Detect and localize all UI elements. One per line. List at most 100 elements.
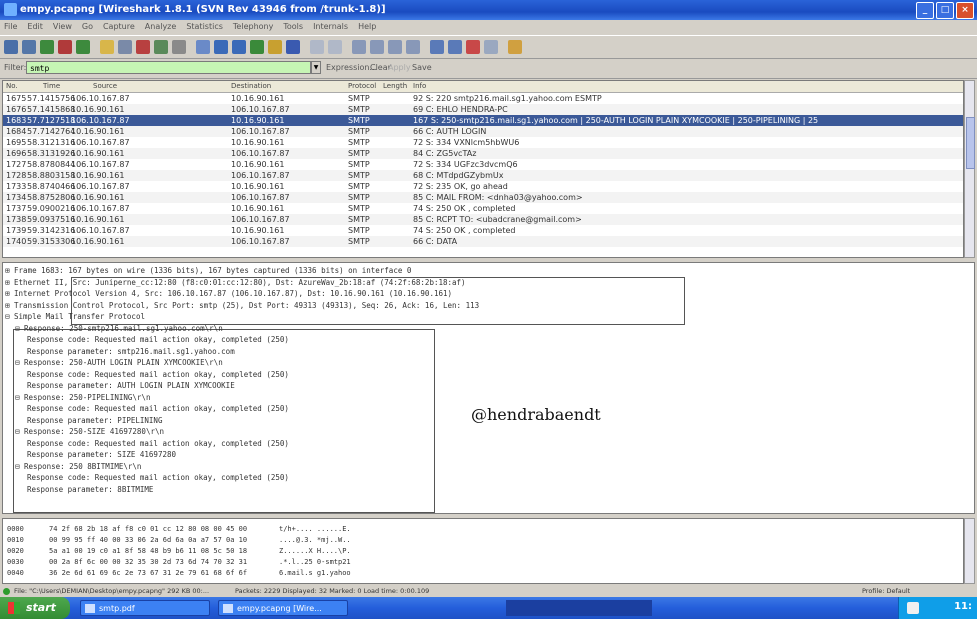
detail-tree-item[interactable]: ⊟ Response: 250-smtp216.mail.sg1.yahoo.c… <box>15 324 223 333</box>
capture-filters-icon[interactable] <box>430 40 444 54</box>
go-back-icon[interactable] <box>214 40 228 54</box>
zoom-out-icon[interactable] <box>370 40 384 54</box>
detail-tree-item[interactable]: ⊟ Response: 250-SIZE 41697280\r\n <box>15 427 164 436</box>
stop-capture-icon[interactable] <box>58 40 72 54</box>
menu-view[interactable]: View <box>53 20 72 34</box>
packet-list-pane[interactable]: No. Time Source Destination Protocol Len… <box>2 80 964 258</box>
filter-history-dropdown[interactable]: ▼ <box>311 61 321 74</box>
packet-row[interactable]: 1695 58.3121316 106.10.167.87 10.16.90.161 S… <box>3 137 963 148</box>
find-packet-icon[interactable] <box>196 40 210 54</box>
save-button[interactable]: Save <box>412 63 432 72</box>
hex-bytes[interactable]: 36 2e 6d 61 69 6c 2e 73 67 31 2e 79 61 6… <box>49 569 247 578</box>
display-filters-icon[interactable] <box>448 40 462 54</box>
menu-internals[interactable]: Internals <box>313 20 348 34</box>
go-last-packet-icon[interactable] <box>286 40 300 54</box>
packet-details-pane[interactable]: ⊞ Frame 1683: 167 bytes on wire (1336 bi… <box>2 262 975 514</box>
packet-row[interactable]: 1683 57.7127518 106.10.167.87 10.16.90.161 S… <box>3 115 963 126</box>
zoom-in-icon[interactable] <box>352 40 366 54</box>
hex-ascii[interactable]: 6.mail.s g1.yahoo <box>279 569 351 578</box>
detail-tree-item[interactable]: ⊟ Response: 250-AUTH LOGIN PLAIN XYMCOOK… <box>15 358 223 367</box>
hex-ascii[interactable]: t/h+.... ......E. <box>279 525 351 534</box>
packet-row[interactable]: 1739 59.3142316 106.10.167.87 10.16.90.161 S… <box>3 225 963 236</box>
start-capture-icon[interactable] <box>40 40 54 54</box>
detail-tree-item[interactable]: Response parameter: smtp216.mail.sg1.yah… <box>27 347 235 356</box>
task-wireshark[interactable]: empy.pcapng [Wire... <box>218 600 348 616</box>
expert-info-icon[interactable] <box>3 588 10 595</box>
detail-tree-item[interactable]: Response parameter: SIZE 41697280 <box>27 450 176 459</box>
detail-tree-item[interactable]: ⊞ Internet Protocol Version 4, Src: 106.… <box>5 289 452 298</box>
menu-capture[interactable]: Capture <box>103 20 135 34</box>
task-smtp-pdf[interactable]: smtp.pdf <box>80 600 210 616</box>
minimize-button[interactable]: _ <box>916 2 934 19</box>
packet-list-scrollbar[interactable] <box>964 80 975 258</box>
column-header-no[interactable]: No. <box>6 82 18 90</box>
hex-ascii[interactable]: Z......X H....\P. <box>279 547 351 556</box>
packet-row[interactable]: 1740 59.3153306 10.16.90.161 106.10.167.87 S… <box>3 236 963 247</box>
coloring-rules-icon[interactable] <box>466 40 480 54</box>
packet-row[interactable]: 1734 58.8752806 10.16.90.161 106.10.167.87 S… <box>3 192 963 203</box>
packet-row[interactable]: 1675 57.1415756 106.10.167.87 10.16.90.161 S… <box>3 93 963 104</box>
column-header-time[interactable]: Time <box>43 82 60 90</box>
bytes-pane-scrollbar[interactable] <box>964 518 975 584</box>
apply-button[interactable]: Apply <box>388 63 411 72</box>
open-file-icon[interactable] <box>100 40 114 54</box>
menu-analyze[interactable]: Analyze <box>145 20 177 34</box>
packet-row[interactable]: 1728 58.8803158 10.16.90.161 106.10.167.87 S… <box>3 170 963 181</box>
column-header-protocol[interactable]: Protocol <box>348 82 376 90</box>
display-filter-input[interactable]: smtp <box>26 61 311 74</box>
detail-tree-item[interactable]: Response code: Requested mail action oka… <box>27 473 289 482</box>
detail-tree-item[interactable]: Response code: Requested mail action oka… <box>27 439 289 448</box>
resize-columns-icon[interactable] <box>406 40 420 54</box>
close-file-icon[interactable] <box>136 40 150 54</box>
detail-tree-item[interactable]: Response parameter: 8BITMIME <box>27 485 153 494</box>
close-button[interactable]: × <box>956 2 974 19</box>
hex-ascii[interactable]: .*.l..25 0-smtp21 <box>279 558 351 567</box>
language-bar[interactable] <box>506 600 652 616</box>
maximize-button[interactable]: □ <box>936 2 954 19</box>
column-header-source[interactable]: Source <box>93 82 117 90</box>
detail-tree-item[interactable]: Response code: Requested mail action oka… <box>27 335 289 344</box>
detail-tree-item[interactable]: ⊞ Ethernet II, Src: Juniperne_cc:12:80 (… <box>5 278 466 287</box>
packet-row[interactable]: 1696 58.3131926 10.16.90.161 106.10.167.87 S… <box>3 148 963 159</box>
menu-file[interactable]: File <box>4 20 17 34</box>
detail-tree-item[interactable]: Response parameter: PIPELINING <box>27 416 162 425</box>
interfaces-icon[interactable] <box>4 40 18 54</box>
menu-tools[interactable]: Tools <box>283 20 303 34</box>
detail-tree-item[interactable]: Response code: Requested mail action oka… <box>27 370 289 379</box>
column-header-length[interactable]: Length <box>383 82 407 90</box>
menu-edit[interactable]: Edit <box>27 20 43 34</box>
menu-statistics[interactable]: Statistics <box>186 20 223 34</box>
column-header-info[interactable]: Info <box>413 82 426 90</box>
go-forward-icon[interactable] <box>232 40 246 54</box>
detail-tree-item[interactable]: Response parameter: AUTH LOGIN PLAIN XYM… <box>27 381 235 390</box>
start-button[interactable]: start <box>0 597 70 619</box>
scrollbar-thumb[interactable] <box>966 117 975 169</box>
save-file-icon[interactable] <box>118 40 132 54</box>
print-icon[interactable] <box>172 40 186 54</box>
detail-tree-item[interactable]: ⊞ Frame 1683: 167 bytes on wire (1336 bi… <box>5 266 411 275</box>
detail-tree-item[interactable]: ⊟ Response: 250 8BITMIME\r\n <box>15 462 141 471</box>
detail-tree-item[interactable]: ⊞ Transmission Control Protocol, Src Por… <box>5 301 479 310</box>
packet-row[interactable]: 1737 59.0900216 106.10.167.87 10.16.90.161 S… <box>3 203 963 214</box>
hex-bytes[interactable]: 5a a1 00 19 c0 a1 8f 58 48 b9 b6 11 08 5… <box>49 547 247 556</box>
packet-row[interactable]: 1738 59.0937516 10.16.90.161 106.10.167.87 S… <box>3 214 963 225</box>
menu-telephony[interactable]: Telephony <box>233 20 273 34</box>
go-first-packet-icon[interactable] <box>268 40 282 54</box>
help-icon[interactable] <box>508 40 522 54</box>
detail-tree-item[interactable]: Response code: Requested mail action oka… <box>27 404 289 413</box>
hex-bytes[interactable]: 00 2a 8f 6c 00 00 32 35 30 2d 73 6d 74 7… <box>49 558 247 567</box>
packet-row[interactable]: 1727 58.8780844 106.10.167.87 10.16.90.161 S… <box>3 159 963 170</box>
packet-bytes-pane[interactable]: 0000 74 2f 68 2b 18 af f8 c0 01 cc 12 80 … <box>2 518 964 584</box>
packet-row[interactable]: 1733 58.8740466 106.10.167.87 10.16.90.161 S… <box>3 181 963 192</box>
preferences-icon[interactable] <box>484 40 498 54</box>
normal-size-icon[interactable] <box>388 40 402 54</box>
menu-help[interactable]: Help <box>358 20 376 34</box>
hex-ascii[interactable]: ....@.3. *mj..W.. <box>279 536 351 545</box>
go-to-packet-icon[interactable] <box>250 40 264 54</box>
hex-bytes[interactable]: 00 99 95 ff 40 00 33 06 2a 6d 6a 0a a7 5… <box>49 536 247 545</box>
menu-go[interactable]: Go <box>82 20 93 34</box>
column-header-destination[interactable]: Destination <box>231 82 271 90</box>
status-profile[interactable]: Profile: Default <box>862 586 910 597</box>
options-icon[interactable] <box>22 40 36 54</box>
detail-tree-item[interactable]: ⊟ Response: 250-PIPELINING\r\n <box>15 393 150 402</box>
